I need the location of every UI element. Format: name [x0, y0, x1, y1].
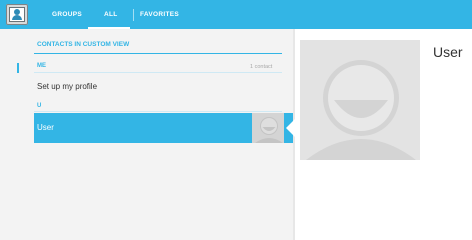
contact-list-item[interactable]: User: [34, 113, 286, 143]
section-divider-me: [34, 72, 282, 73]
tab-divider: [133, 9, 134, 21]
custom-view-header: CONTACTS IN CUSTOM VIEW: [37, 41, 130, 48]
tab-groups[interactable]: GROUPS: [52, 0, 82, 29]
section-header-u: U: [37, 103, 42, 109]
selection-pointer: [286, 119, 295, 137]
action-bar: GROUPS ALL FAVORITES: [0, 0, 472, 29]
header-divider: [34, 53, 282, 54]
contact-thumbnail-avatar-icon: [252, 113, 286, 143]
me-contact-count: 1 contact: [250, 64, 273, 70]
contact-detail-name: User: [433, 44, 463, 60]
contacts-app-icon[interactable]: [6, 4, 28, 25]
fast-scroll-marker[interactable]: [17, 63, 19, 73]
tab-favorites[interactable]: FAVORITES: [140, 0, 179, 29]
section-header-me: ME: [37, 63, 46, 69]
tab-all[interactable]: ALL: [104, 0, 118, 29]
section-divider-u: [34, 111, 282, 112]
contact-name: User: [37, 123, 54, 132]
contact-photo-avatar-icon[interactable]: [300, 40, 420, 160]
setup-profile-item[interactable]: Set up my profile: [37, 82, 97, 91]
